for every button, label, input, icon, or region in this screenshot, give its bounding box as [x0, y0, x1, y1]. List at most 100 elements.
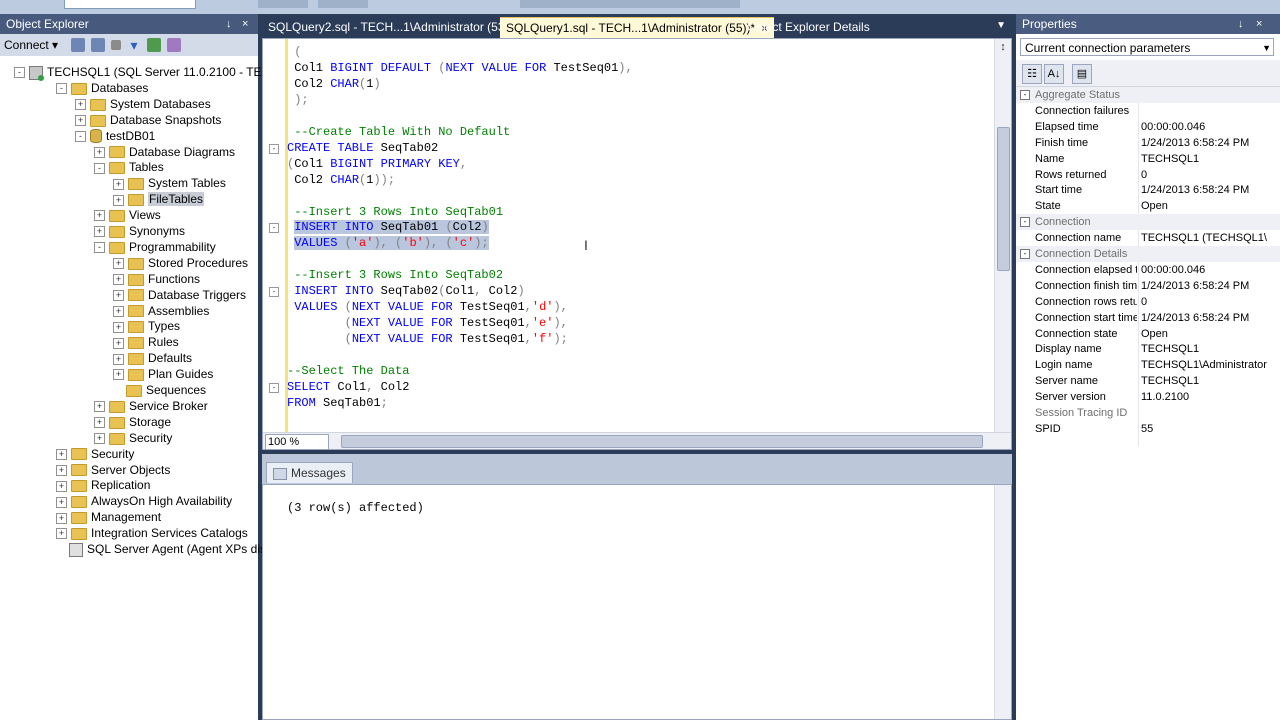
tree-node[interactable]: + System Databases	[75, 96, 211, 112]
tree-node[interactable]: - Databases	[56, 80, 148, 96]
disconnect-icon[interactable]	[91, 38, 106, 52]
code-line[interactable]: Col2 CHAR(1)	[287, 76, 380, 92]
code-line[interactable]: Col1 BIGINT DEFAULT (NEXT VALUE FOR Test…	[287, 60, 633, 76]
pin-icon[interactable]: ↓	[226, 14, 232, 34]
property-pages-icon[interactable]: ▤	[1072, 64, 1092, 84]
collapse-icon[interactable]: -	[14, 67, 25, 79]
expand-icon[interactable]: +	[94, 146, 105, 158]
close-icon[interactable]: ×	[1256, 14, 1262, 34]
tree-node[interactable]: Sequences	[113, 382, 206, 398]
tree-node[interactable]: + Stored Procedures	[113, 255, 248, 271]
property-row[interactable]: Finish time 1/24/2013 6:58:24 PM	[1016, 135, 1280, 151]
properties-object-select[interactable]: Current connection parameters ▼	[1020, 38, 1274, 56]
stop-icon[interactable]	[111, 40, 122, 50]
filter-icon[interactable]: ▾	[127, 38, 141, 52]
property-row[interactable]: SPID 55	[1016, 421, 1280, 437]
property-row[interactable]: Server version 11.0.2100	[1016, 389, 1280, 405]
property-row[interactable]: Rows returned 0	[1016, 167, 1280, 183]
tree-node[interactable]: - Tables	[94, 159, 164, 175]
tree-node[interactable]: + System Tables	[113, 175, 226, 191]
property-row[interactable]: Connection name TECHSQL1 (TECHSQL1\	[1016, 230, 1280, 246]
expand-icon[interactable]: +	[113, 321, 124, 333]
code-line[interactable]: CREATE TABLE SeqTab02	[287, 140, 438, 156]
code-line[interactable]: FROM SeqTab01;	[287, 395, 388, 411]
code-line[interactable]: --Select The Data	[287, 363, 409, 379]
sql-code[interactable]: ( Col1 BIGINT DEFAULT (NEXT VALUE FOR Te…	[287, 42, 993, 431]
tree-node[interactable]: + Defaults	[113, 350, 192, 366]
expand-icon[interactable]: +	[113, 289, 124, 301]
code-line[interactable]: INSERT INTO SeqTab02(Col1, Col2)	[287, 283, 524, 299]
collapse-icon[interactable]: -	[56, 83, 67, 95]
tree-node[interactable]: + Integration Services Catalogs	[56, 525, 248, 541]
tree-node[interactable]: + Functions	[113, 271, 200, 287]
expand-icon[interactable]: +	[56, 528, 67, 540]
code-line[interactable]: VALUES (NEXT VALUE FOR TestSeq01,'d'),	[287, 299, 568, 315]
property-category[interactable]: - Aggregate Status	[1016, 87, 1280, 103]
tree-node[interactable]: + Synonyms	[94, 223, 185, 239]
expand-icon[interactable]: +	[94, 210, 105, 222]
property-row[interactable]: Login name TECHSQL1\Administrator	[1016, 357, 1280, 373]
collapse-icon[interactable]: -	[1020, 90, 1030, 100]
property-grid[interactable]: - Aggregate Status Connection failures Elap…	[1016, 86, 1280, 720]
pin-icon[interactable]: ↓	[1238, 14, 1244, 34]
property-category[interactable]: - Connection	[1016, 214, 1280, 231]
activity-monitor-icon[interactable]	[167, 38, 182, 52]
execute-button[interactable]	[258, 0, 308, 8]
messages-pane[interactable]: (3 row(s) affected)	[262, 484, 1012, 720]
expand-icon[interactable]: +	[56, 464, 67, 476]
property-row[interactable]: Elapsed time 00:00:00.046	[1016, 119, 1280, 135]
tree-node[interactable]: + Database Triggers	[113, 287, 246, 303]
code-line[interactable]: (	[287, 44, 301, 60]
property-row[interactable]: Start time 1/24/2013 6:58:24 PM	[1016, 182, 1280, 198]
code-line[interactable]: Col2 CHAR(1));	[287, 172, 395, 188]
property-row[interactable]: Session Tracing ID	[1016, 405, 1280, 421]
expand-icon[interactable]: +	[113, 178, 124, 190]
connect-button[interactable]: Connect ▾	[4, 38, 58, 52]
code-line[interactable]: (NEXT VALUE FOR TestSeq01,'f');	[287, 331, 568, 347]
tree-node[interactable]: + Plan Guides	[113, 366, 213, 382]
code-line[interactable]: --Create Table With No Default	[287, 124, 510, 140]
collapse-icon[interactable]: -	[94, 242, 105, 254]
property-row[interactable]: State Open	[1016, 198, 1280, 214]
expand-icon[interactable]: +	[75, 99, 86, 111]
code-line[interactable]: --Insert 3 Rows Into SeqTab02	[287, 267, 503, 283]
expand-icon[interactable]: +	[113, 274, 124, 286]
expand-icon[interactable]: +	[56, 496, 67, 508]
categorized-icon[interactable]: ☷	[1022, 64, 1042, 84]
tree-node[interactable]: + Storage	[94, 414, 171, 430]
refresh-icon[interactable]	[147, 38, 162, 52]
collapse-region-icon[interactable]: -	[269, 143, 279, 154]
tree-node[interactable]: + Assemblies	[113, 303, 209, 319]
property-category[interactable]: - Connection Details	[1016, 246, 1280, 262]
messages-vertical-scrollbar[interactable]	[994, 485, 1011, 719]
property-row[interactable]: Server name TECHSQL1	[1016, 373, 1280, 389]
tree-node[interactable]: + FileTables	[113, 191, 205, 207]
connect-engine-icon[interactable]	[71, 38, 86, 52]
tab-object-explorer-details[interactable]: Object Explorer Details	[741, 17, 876, 37]
tree-node[interactable]: + Management	[56, 509, 161, 525]
code-line[interactable]: (Col1 BIGINT PRIMARY KEY,	[287, 156, 467, 172]
collapse-region-icon[interactable]: -	[269, 223, 279, 234]
tree-node[interactable]: + Views	[94, 207, 161, 223]
tree-node[interactable]: + Types	[113, 318, 180, 334]
expand-icon[interactable]: +	[75, 115, 86, 127]
code-line[interactable]: SELECT Col1, Col2	[287, 379, 409, 395]
collapse-region-icon[interactable]: -	[269, 287, 279, 298]
editor-vertical-scrollbar[interactable]: ↕	[994, 39, 1011, 433]
tree-node[interactable]: + Replication	[56, 477, 150, 493]
collapse-icon[interactable]: -	[75, 130, 86, 142]
property-row[interactable]: Connection elapsed ti 00:00:00.046	[1016, 262, 1280, 278]
code-line[interactable]: (NEXT VALUE FOR TestSeq01,'e'),	[287, 315, 568, 331]
expand-icon[interactable]: +	[113, 258, 124, 270]
editor-horizontal-scrollbar[interactable]: 100 %	[263, 432, 1011, 450]
tab-dropdown-icon[interactable]: ▼	[996, 20, 1006, 31]
expand-icon[interactable]: +	[113, 337, 124, 349]
expand-icon[interactable]: +	[94, 226, 105, 238]
alphabetical-icon[interactable]: A↓	[1044, 64, 1064, 84]
tree-node[interactable]: + Security	[56, 446, 134, 462]
expand-icon[interactable]: +	[56, 512, 67, 524]
tree-node[interactable]: - TECHSQL1 (SQL Server 11.0.2100 - TECH	[14, 64, 279, 81]
debug-button[interactable]	[318, 0, 368, 8]
expand-icon[interactable]: +	[94, 401, 105, 413]
collapse-icon[interactable]: -	[1020, 249, 1030, 259]
